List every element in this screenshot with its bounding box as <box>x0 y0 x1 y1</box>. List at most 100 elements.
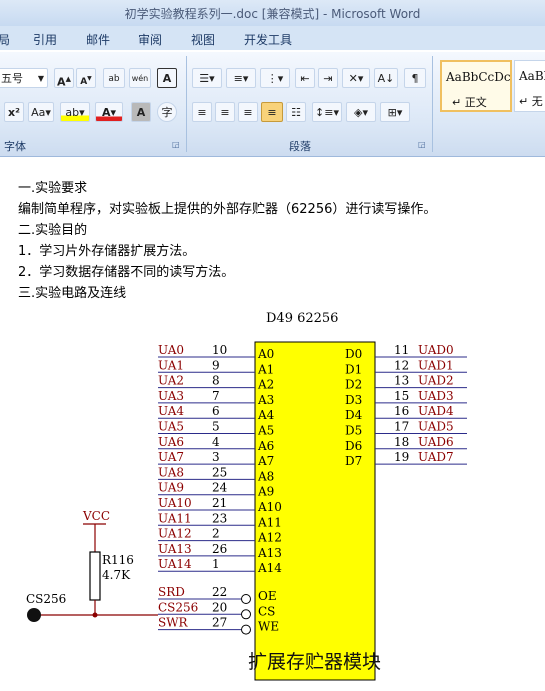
address-pin-number: 7 <box>212 389 220 403</box>
inversion-bubble <box>241 624 251 635</box>
font-color-icon[interactable]: A▾ <box>95 102 123 122</box>
chinese-layout-icon[interactable]: ✕▾ <box>342 68 370 88</box>
control-net-label: SRD <box>158 585 185 599</box>
phonetic-guide-icon[interactable]: ab <box>103 68 125 88</box>
enclose-character-icon[interactable]: 字 <box>157 102 177 122</box>
font-size-select[interactable]: 五号 ▼ <box>0 68 48 88</box>
control-pin-name: OE <box>258 589 277 603</box>
style-name: ↵ 正文 <box>452 96 487 109</box>
resistor-value: 4.7K <box>102 568 131 582</box>
data-net-label: UAD6 <box>418 435 454 449</box>
style-no-spacing[interactable]: AaBb ↵ 无 <box>514 60 545 112</box>
address-net-label: UA1 <box>158 358 184 372</box>
resistor-body <box>89 551 101 601</box>
address-pin-name: A8 <box>257 469 274 483</box>
decrease-indent-icon[interactable]: ⇤ <box>295 68 315 88</box>
data-pin-number: 18 <box>394 435 409 449</box>
bullets-icon[interactable]: ☰▾ <box>192 68 222 88</box>
justify-icon[interactable]: ≡ <box>261 102 283 122</box>
center-icon[interactable]: ≡ <box>215 102 235 122</box>
change-case-icon[interactable]: Aa▾ <box>28 102 54 122</box>
increase-indent-icon[interactable]: ⇥ <box>318 68 338 88</box>
address-pin-name: A2 <box>257 378 274 392</box>
group-separator <box>432 56 433 152</box>
shading-icon[interactable]: ◈▾ <box>346 102 376 122</box>
style-name: ↵ 无 <box>519 95 543 108</box>
address-pin-number: 6 <box>212 404 220 418</box>
inversion-bubble <box>241 594 251 604</box>
inversion-bubble <box>241 609 251 620</box>
show-marks-icon[interactable]: ¶ <box>404 68 426 88</box>
tab-review[interactable]: 审阅 <box>138 31 162 48</box>
align-left-icon[interactable]: ≡ <box>192 102 212 122</box>
control-pin-number: 27 <box>212 616 227 630</box>
grow-font-icon[interactable]: A▲ <box>54 68 74 89</box>
highlight-icon[interactable]: ab▾ <box>60 102 90 122</box>
address-pin-number: 24 <box>212 481 228 495</box>
wen-icon[interactable]: wén <box>129 68 151 88</box>
style-normal[interactable]: AaBbCcDc ↵ 正文 <box>440 60 512 112</box>
doc-paragraph: 编制简单程序，对实验板上提供的外部存贮器（62256）进行读写操作。 <box>18 202 437 217</box>
data-pin-name: D5 <box>345 424 362 438</box>
circuit-diagram: D49 62256 扩展存贮器模块 VCC R116 4.7K CS256 UA… <box>18 300 467 687</box>
address-net-label: UA7 <box>158 450 184 464</box>
control-pin-name: CS <box>258 604 275 618</box>
control-pin-number: 22 <box>212 585 227 599</box>
data-net-label: UAD1 <box>418 358 454 372</box>
style-sample-text: AaBb <box>519 69 545 83</box>
address-pin-name: A7 <box>257 454 274 468</box>
title-bar: 初学实验教程系列一.doc [兼容模式] - Microsoft Word <box>0 0 545 27</box>
doc-heading-purpose: 二.实验目的 <box>18 223 88 238</box>
address-pin-number: 2 <box>212 527 220 541</box>
address-pin-name: A11 <box>257 515 282 529</box>
pin-group: UA0 10 A0 UA1 9 A1 UA2 8 A2 UA3 7 A3 UA4 6 A4 UA5 5 A5 UA6… <box>27 343 467 635</box>
data-pin-number: 13 <box>394 374 409 388</box>
ribbon: 五号 ▼ A▲ A▼ ab wén A x² Aa▾ ab▾ A▾ A 字 字体 … <box>0 52 545 157</box>
address-net-label: UA14 <box>158 557 192 571</box>
multilevel-list-icon[interactable]: ⋮▾ <box>260 68 290 88</box>
circuit-svg: D49 62256 扩展存贮器模块 VCC R116 4.7K CS256 UA… <box>26 311 467 681</box>
address-pin-number: 5 <box>212 420 220 434</box>
sort-icon[interactable]: A↓ <box>374 68 398 88</box>
character-shading-icon[interactable]: A <box>131 102 151 122</box>
tab-references[interactable]: 引用 <box>33 31 57 48</box>
tab-mailings[interactable]: 邮件 <box>86 31 110 48</box>
address-net-label: UA0 <box>158 343 184 357</box>
chevron-down-icon: ▼ <box>37 74 44 83</box>
address-pin-number: 9 <box>212 358 220 372</box>
address-pin-name: A13 <box>257 546 282 560</box>
distributed-icon[interactable]: ☷ <box>286 102 306 122</box>
address-pin-name: A0 <box>257 347 274 361</box>
font-dialog-launcher-icon[interactable]: ◲ <box>172 140 180 149</box>
align-right-icon[interactable]: ≡ <box>238 102 258 122</box>
shrink-font-icon[interactable]: A▼ <box>76 68 96 88</box>
module-caption: 扩展存贮器模块 <box>248 651 381 673</box>
ribbon-tabs: 局 引用 邮件 审阅 视图 开发工具 <box>0 26 545 50</box>
data-pin-number: 12 <box>394 358 409 372</box>
data-net-label: UAD5 <box>418 420 454 434</box>
chip-title: D49 62256 <box>266 311 338 326</box>
line-spacing-icon[interactable]: ↕≡▾ <box>312 102 342 122</box>
address-net-label: UA3 <box>158 389 184 403</box>
paragraph-group-label: 段落 <box>289 140 311 153</box>
tab-layout[interactable]: 局 <box>0 31 10 48</box>
tab-view[interactable]: 视图 <box>191 31 215 48</box>
cs-terminal <box>27 608 41 622</box>
data-net-label: UAD4 <box>418 404 454 418</box>
data-pin-number: 17 <box>394 420 409 434</box>
doc-list-item: 2．学习数据存储器不同的读写方法。 <box>18 265 235 280</box>
control-pin-name: WE <box>258 620 279 634</box>
paragraph-dialog-launcher-icon[interactable]: ◲ <box>418 140 426 149</box>
character-border-icon[interactable]: A <box>157 68 177 88</box>
tab-developer[interactable]: 开发工具 <box>244 31 292 48</box>
numbering-icon[interactable]: ≡▾ <box>226 68 256 88</box>
data-net-label: UAD0 <box>418 343 454 357</box>
superscript-icon[interactable]: x² <box>4 102 24 122</box>
control-net-label: CS256 <box>158 600 198 614</box>
address-pin-number: 4 <box>212 435 220 449</box>
address-pin-name: A6 <box>257 439 274 453</box>
resistor-name: R116 <box>102 553 134 567</box>
borders-icon[interactable]: ⊞▾ <box>380 102 410 122</box>
group-separator <box>186 56 187 152</box>
data-pin-number: 16 <box>394 404 409 418</box>
